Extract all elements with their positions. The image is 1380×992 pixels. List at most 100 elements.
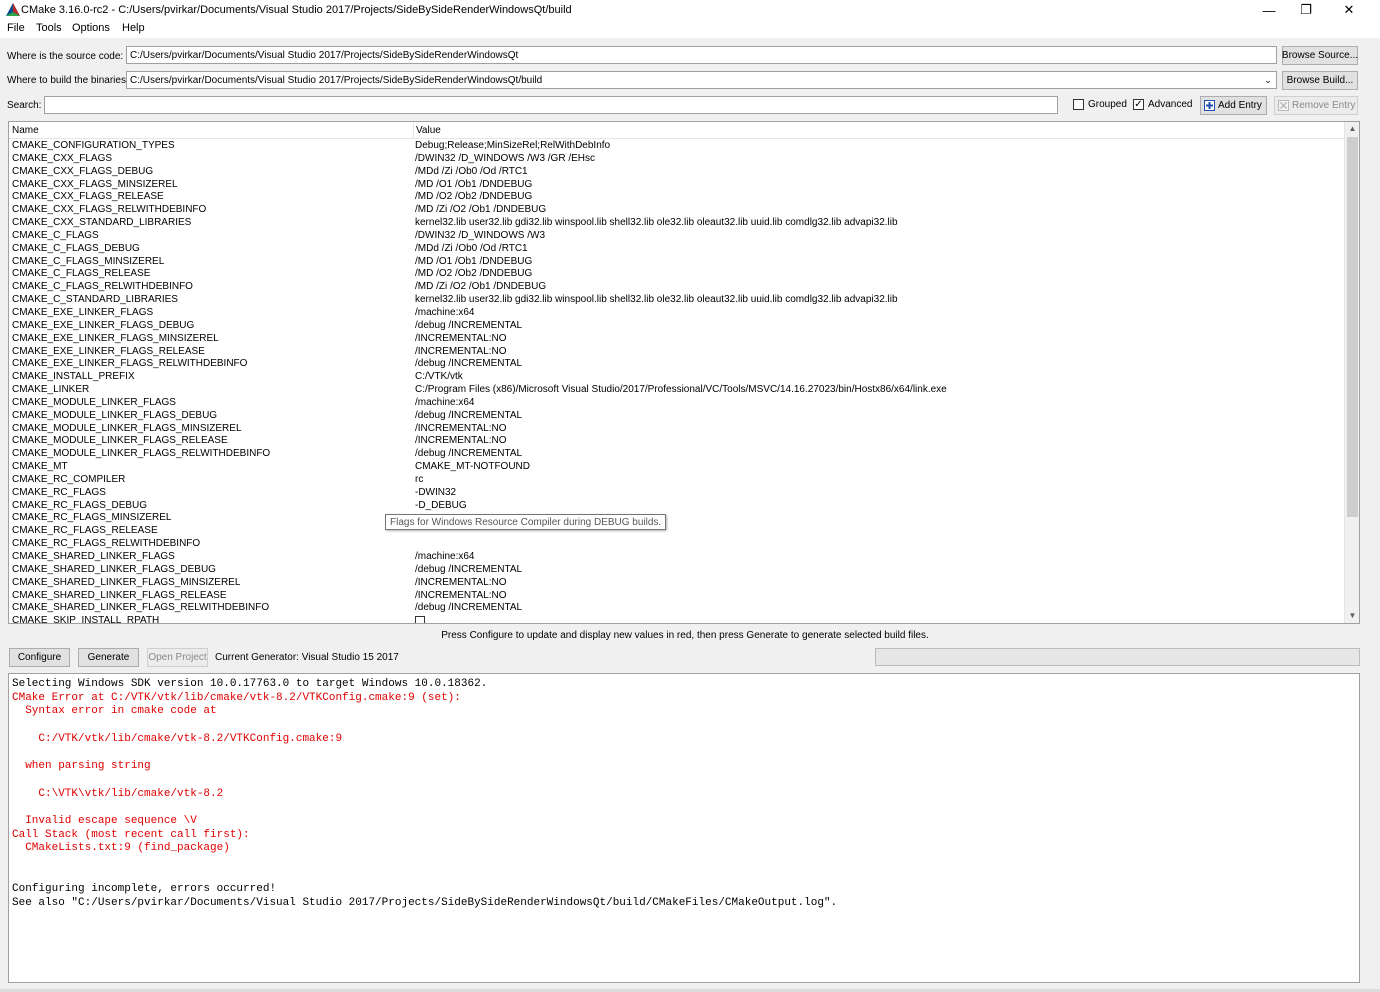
cache-entry-value[interactable]: /MD /O1 /Ob1 /DNDEBUG xyxy=(415,256,532,267)
table-row[interactable]: CMAKE_C_FLAGS/DWIN32 /D_WINDOWS /W3 xyxy=(9,230,1345,243)
maximize-button[interactable]: ❐ xyxy=(1283,0,1329,20)
cache-entry-value[interactable]: C:/VTK/vtk xyxy=(415,371,463,382)
source-path-input[interactable]: C:/Users/pvirkar/Documents/Visual Studio… xyxy=(126,46,1277,64)
open-project-button[interactable]: Open Project xyxy=(147,648,208,667)
table-row[interactable]: CMAKE_SHARED_LINKER_FLAGS_DEBUG/debug /I… xyxy=(9,564,1345,577)
cache-entry-value[interactable]: -DWIN32 xyxy=(415,487,456,498)
remove-entry-button[interactable]: Remove Entry xyxy=(1274,96,1358,115)
cache-entry-value[interactable]: /machine:x64 xyxy=(415,307,474,318)
cache-entry-value[interactable]: /MDd /Zi /Ob0 /Od /RTC1 xyxy=(415,166,528,177)
table-row[interactable]: CMAKE_C_FLAGS_DEBUG/MDd /Zi /Ob0 /Od /RT… xyxy=(9,243,1345,256)
table-row[interactable]: CMAKE_CONFIGURATION_TYPES Debug;Release;M… xyxy=(9,140,1345,153)
table-row[interactable]: CMAKE_SHARED_LINKER_FLAGS/machine:x64 xyxy=(9,551,1345,564)
column-name-header[interactable]: Name xyxy=(12,125,39,136)
cache-entry-value[interactable]: /MD /O2 /Ob2 /DNDEBUG xyxy=(415,191,532,202)
table-row[interactable]: CMAKE_CXX_FLAGS_DEBUG/MDd /Zi /Ob0 /Od /… xyxy=(9,166,1345,179)
cache-entry-value[interactable]: /INCREMENTAL:NO xyxy=(415,435,507,446)
cache-entry-value[interactable]: /MD /Zi /O2 /Ob1 /DNDEBUG xyxy=(415,281,546,292)
cache-entry-value[interactable]: /debug /INCREMENTAL xyxy=(415,358,522,369)
table-row[interactable]: CMAKE_RC_FLAGS_RELWITHDEBINFO xyxy=(9,538,1345,551)
cache-entry-value[interactable]: kernel32.lib user32.lib gdi32.lib winspo… xyxy=(415,294,898,305)
table-row[interactable]: CMAKE_RC_FLAGS_DEBUG -D_DEBUG xyxy=(9,500,1345,513)
table-row[interactable]: CMAKE_EXE_LINKER_FLAGS_MINSIZEREL/INCREM… xyxy=(9,333,1345,346)
cache-entry-value[interactable]: /INCREMENTAL:NO xyxy=(415,423,507,434)
menu-tools[interactable]: Tools xyxy=(36,22,62,34)
cache-entry-value[interactable]: C:/Program Files (x86)/Microsoft Visual … xyxy=(415,384,947,395)
scroll-up-icon[interactable]: ▲ xyxy=(1345,122,1359,136)
cache-entry-value[interactable]: /MD /O1 /Ob1 /DNDEBUG xyxy=(415,179,532,190)
cache-entry-value[interactable]: /INCREMENTAL:NO xyxy=(415,577,507,588)
cache-entry-checkbox[interactable] xyxy=(415,616,425,623)
cache-entry-value[interactable]: -D_DEBUG xyxy=(415,500,467,511)
table-row[interactable]: CMAKE_RC_FLAGS_MINSIZEREL xyxy=(9,512,1345,525)
table-row[interactable]: CMAKE_RC_FLAGS_RELEASE xyxy=(9,525,1345,538)
menu-options[interactable]: Options xyxy=(72,22,110,34)
browse-source-button[interactable]: Browse Source... xyxy=(1282,46,1358,65)
table-row[interactable]: CMAKE_INSTALL_PREFIX C:/VTK/vtk xyxy=(9,371,1345,384)
table-scrollbar[interactable]: ▲ ▼ xyxy=(1344,122,1359,623)
column-divider[interactable] xyxy=(413,122,414,139)
output-log[interactable]: Selecting Windows SDK version 10.0.17763… xyxy=(8,673,1360,983)
table-row[interactable]: CMAKE_SHARED_LINKER_FLAGS_RELEASE/INCREM… xyxy=(9,590,1345,603)
table-row[interactable]: CMAKE_RC_COMPILER rc xyxy=(9,474,1345,487)
cache-entry-value[interactable]: /MDd /Zi /Ob0 /Od /RTC1 xyxy=(415,243,528,254)
configure-button[interactable]: Configure xyxy=(9,648,70,667)
scrollbar-thumb[interactable] xyxy=(1347,137,1358,517)
add-entry-button[interactable]: Add Entry xyxy=(1200,96,1267,115)
table-row[interactable]: CMAKE_SHARED_LINKER_FLAGS_RELWITHDEBINFO… xyxy=(9,602,1345,615)
table-row[interactable]: CMAKE_MODULE_LINKER_FLAGS_MINSIZEREL/INC… xyxy=(9,423,1345,436)
cache-entry-value[interactable]: /debug /INCREMENTAL xyxy=(415,410,522,421)
generate-button[interactable]: Generate xyxy=(78,648,139,667)
table-row[interactable]: CMAKE_C_STANDARD_LIBRARIES kernel32.lib u… xyxy=(9,294,1345,307)
table-row[interactable]: CMAKE_MT CMAKE_MT-NOTFOUND xyxy=(9,461,1345,474)
advanced-checkbox[interactable]: ✓ xyxy=(1133,99,1144,110)
table-row[interactable]: CMAKE_MODULE_LINKER_FLAGS_DEBUG/debug /I… xyxy=(9,410,1345,423)
table-row[interactable]: CMAKE_LINKER C:/Program Files (x86)/Micro… xyxy=(9,384,1345,397)
cache-entry-value[interactable]: CMAKE_MT-NOTFOUND xyxy=(415,461,530,472)
cache-table[interactable]: Name Value CMAKE_CONFIGURATION_TYPES Debu… xyxy=(8,121,1360,624)
table-row[interactable]: CMAKE_C_FLAGS_RELWITHDEBINFO/MD /Zi /O2 … xyxy=(9,281,1345,294)
table-row[interactable]: CMAKE_CXX_FLAGS_RELWITHDEBINFO/MD /Zi /O… xyxy=(9,204,1345,217)
search-input[interactable] xyxy=(44,96,1058,114)
table-row[interactable]: CMAKE_SKIP_INSTALL_RPATH xyxy=(9,615,1345,623)
column-value-header[interactable]: Value xyxy=(416,125,441,136)
browse-build-button[interactable]: Browse Build... xyxy=(1282,71,1358,90)
table-row[interactable]: CMAKE_CXX_FLAGS_MINSIZEREL/MD /O1 /Ob1 /… xyxy=(9,179,1345,192)
close-button[interactable]: ✕ xyxy=(1326,0,1372,20)
table-row[interactable]: CMAKE_EXE_LINKER_FLAGS_RELEASE/INCREMENT… xyxy=(9,346,1345,359)
table-row[interactable]: CMAKE_C_FLAGS_RELEASE/MD /O2 /Ob2 /DNDEB… xyxy=(9,268,1345,281)
scroll-down-icon[interactable]: ▼ xyxy=(1345,609,1359,623)
cache-entry-value[interactable]: rc xyxy=(415,474,423,485)
cache-entry-value[interactable]: /debug /INCREMENTAL xyxy=(415,602,522,613)
table-row[interactable]: CMAKE_SHARED_LINKER_FLAGS_MINSIZEREL/INC… xyxy=(9,577,1345,590)
table-row[interactable]: CMAKE_MODULE_LINKER_FLAGS_RELEASE/INCREM… xyxy=(9,435,1345,448)
build-path-combobox[interactable]: C:/Users/pvirkar/Documents/Visual Studio… xyxy=(126,71,1277,89)
menu-file[interactable]: File xyxy=(7,22,25,34)
cache-entry-value[interactable]: /MD /Zi /O2 /Ob1 /DNDEBUG xyxy=(415,204,546,215)
table-row[interactable]: CMAKE_C_FLAGS_MINSIZEREL/MD /O1 /Ob1 /DN… xyxy=(9,256,1345,269)
table-row[interactable]: CMAKE_EXE_LINKER_FLAGS_RELWITHDEBINFO/de… xyxy=(9,358,1345,371)
table-row[interactable]: CMAKE_CXX_STANDARD_LIBRARIES kernel32.lib… xyxy=(9,217,1345,230)
cache-entry-value[interactable]: kernel32.lib user32.lib gdi32.lib winspo… xyxy=(415,217,898,228)
table-row[interactable]: CMAKE_CXX_FLAGS/DWIN32 /D_WINDOWS /W3 /G… xyxy=(9,153,1345,166)
chevron-down-icon[interactable]: ⌄ xyxy=(1262,74,1274,86)
cache-entry-value[interactable]: /machine:x64 xyxy=(415,397,474,408)
cache-entry-value[interactable]: /machine:x64 xyxy=(415,551,474,562)
cache-entry-value[interactable]: /debug /INCREMENTAL xyxy=(415,320,522,331)
cache-entry-value[interactable]: /DWIN32 /D_WINDOWS /W3 /GR /EHsc xyxy=(415,153,595,164)
table-row[interactable]: CMAKE_MODULE_LINKER_FLAGS_RELWITHDEBINFO… xyxy=(9,448,1345,461)
table-row[interactable]: CMAKE_RC_FLAGS -DWIN32 xyxy=(9,487,1345,500)
cache-entry-value[interactable]: /INCREMENTAL:NO xyxy=(415,333,507,344)
table-row[interactable]: CMAKE_EXE_LINKER_FLAGS_DEBUG/debug /INCR… xyxy=(9,320,1345,333)
cache-entry-value[interactable]: /debug /INCREMENTAL xyxy=(415,564,522,575)
table-row[interactable]: CMAKE_MODULE_LINKER_FLAGS/machine:x64 xyxy=(9,397,1345,410)
cache-entry-value[interactable]: Debug;Release;MinSizeRel;RelWithDebInfo xyxy=(415,140,610,151)
grouped-checkbox[interactable] xyxy=(1073,99,1084,110)
cache-entry-value[interactable]: /INCREMENTAL:NO xyxy=(415,590,507,601)
cache-entry-value[interactable]: /INCREMENTAL:NO xyxy=(415,346,507,357)
table-row[interactable]: CMAKE_EXE_LINKER_FLAGS/machine:x64 xyxy=(9,307,1345,320)
cache-entry-value[interactable]: /debug /INCREMENTAL xyxy=(415,448,522,459)
menu-help[interactable]: Help xyxy=(122,22,145,34)
cache-entry-value[interactable]: /DWIN32 /D_WINDOWS /W3 xyxy=(415,230,545,241)
table-row[interactable]: CMAKE_CXX_FLAGS_RELEASE/MD /O2 /Ob2 /DND… xyxy=(9,191,1345,204)
